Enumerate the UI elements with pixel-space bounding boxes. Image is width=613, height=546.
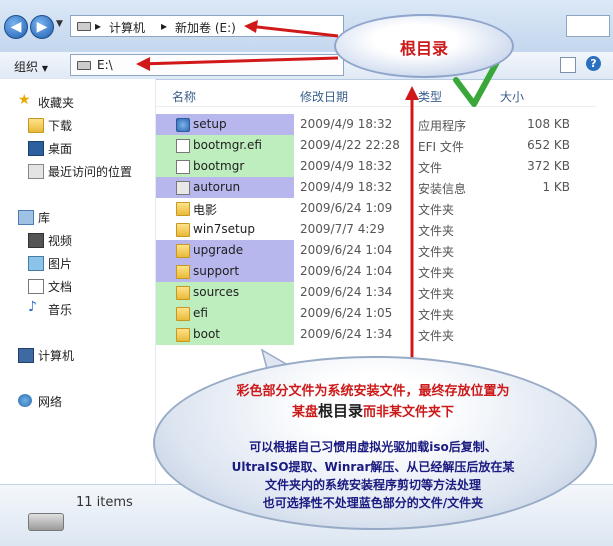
callout-line-6: 也可选择性不处理蓝色部分的文件/文件夹 [262,496,484,510]
root-directory-callout: 根目录 [334,14,514,78]
callout-line-3: 可以根据自己习惯用虚拟光驱加载iso后复制、 [249,440,497,454]
callout-line-1: 彩色部分文件为系统安装文件，最终存放位置为 [236,384,510,399]
callout-label: 根目录 [399,39,448,58]
callout-line-5: 文件夹内的系统安装程序剪切等方法处理 [264,478,481,492]
callout-line-4: UltraISO提取、Winrar解压、从已经解压后放在某 [231,460,515,474]
callout-line-2: 某盘根目录而非某文件夹下 [291,402,455,420]
root-directory-emphasis: 根目录 [317,402,363,420]
arrow-to-address-field [139,56,339,66]
arrow-head [136,57,150,71]
arrow-to-breadcrumb [247,24,339,38]
arrow-head [244,20,258,33]
arrow-head [405,86,419,100]
